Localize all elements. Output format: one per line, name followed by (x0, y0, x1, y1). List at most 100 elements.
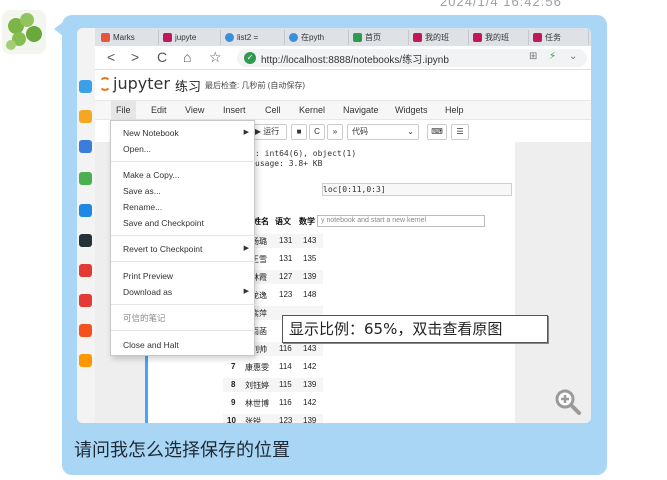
menu-item-label: Print Preview (123, 271, 174, 281)
submenu-arrow-icon: ▶ (243, 245, 249, 252)
menu-item-label: Close and Halt (123, 340, 179, 350)
app-icon[interactable] (79, 110, 92, 123)
cell-shuxue: 148 (303, 290, 317, 299)
notebook-title[interactable]: 练习 (175, 76, 201, 95)
browser-tab[interactable]: 在pyth (287, 30, 349, 45)
jupyter-header: jupyter 练习 最后检查: 几秒前 (自动保存) (95, 70, 591, 100)
chevron-down-icon: ⌄ (407, 127, 414, 136)
tab-label: list2 = (237, 33, 259, 42)
browser-tab[interactable]: 任务 (531, 30, 589, 45)
menu-item-label: Download as (123, 287, 173, 297)
menu-item-open[interactable]: Open... (111, 142, 256, 156)
stop-icon[interactable]: ■ (291, 124, 307, 140)
browser-tab[interactable]: 我的班 (471, 30, 529, 45)
home-icon[interactable]: ⌂ (183, 49, 191, 65)
message-timestamp: 2024/1/4 16:42:56 (440, 0, 562, 9)
app-icon[interactable] (79, 264, 92, 277)
cell-shuxue: 143 (303, 236, 317, 245)
menu-item-close-halt[interactable]: Close and Halt (111, 338, 256, 352)
tab-label: 我的班 (425, 33, 449, 42)
menu-divider (111, 161, 256, 162)
menu-item-label: 可信的笔记 (123, 313, 166, 323)
app-icon[interactable] (79, 140, 92, 153)
browser-tab[interactable]: Marks (99, 30, 159, 45)
extension-icon[interactable]: ⊞ (529, 51, 537, 62)
row-index: 8 (231, 380, 236, 389)
reload-icon[interactable]: C (157, 49, 167, 65)
output-line: usage: 3.8+ KB (255, 159, 323, 168)
menu-navigate[interactable]: Navigate (343, 105, 379, 115)
table-row: 8 刘钰婷 115 139 (223, 378, 323, 392)
column-header: 数学 (299, 217, 315, 226)
menu-help[interactable]: Help (445, 105, 464, 115)
fast-forward-icon[interactable]: » (327, 124, 343, 140)
jupyter-menu-bar: File Edit View Insert Cell Kernel Naviga… (95, 100, 591, 120)
message-text[interactable]: 请问我怎么选择保存的位置 (74, 436, 290, 462)
bookmark-star-icon[interactable]: ☆ (209, 49, 222, 66)
menu-item-make-copy[interactable]: Make a Copy... (111, 168, 256, 182)
tab-label: 我的班 (485, 33, 509, 42)
chevron-down-icon[interactable]: ⌄ (569, 51, 577, 62)
app-icon[interactable] (79, 324, 92, 337)
cell-name: 张锐 (245, 417, 261, 423)
tooltip-text: y notebook and start a new kernel (321, 217, 427, 224)
menu-item-new-notebook[interactable]: New Notebook ▶ (111, 126, 256, 140)
menu-edit[interactable]: Edit (151, 105, 167, 115)
menu-item-label: Save as... (123, 186, 161, 196)
menu-item-rename[interactable]: Rename... (111, 200, 256, 214)
menu-divider (111, 235, 256, 236)
app-icon[interactable] (79, 204, 92, 217)
url-field[interactable]: ✓ http://localhost:8888/notebooks/练习.ipy… (237, 49, 587, 67)
sender-avatar[interactable] (2, 10, 46, 54)
url-text: http://localhost:8888/notebooks/练习.ipynb (261, 55, 449, 66)
menu-item-save-as[interactable]: Save as... (111, 184, 256, 198)
forward-icon[interactable]: > (131, 49, 139, 65)
menu-insert[interactable]: Insert (223, 105, 246, 115)
cell-shuxue: 139 (303, 416, 317, 423)
jupyter-logo[interactable]: jupyter (99, 74, 170, 93)
cell-yuwen: 131 (279, 254, 293, 263)
menu-file[interactable]: File (111, 101, 136, 120)
menu-item-download-as[interactable]: Download as ▶ (111, 285, 256, 299)
menu-item-revert-checkpoint[interactable]: Revert to Checkpoint ▶ (111, 242, 256, 256)
app-icon[interactable] (79, 172, 92, 185)
cell-yuwen: 131 (279, 236, 293, 245)
tab-label: jupyte (175, 33, 197, 42)
menu-cell[interactable]: Cell (265, 105, 281, 115)
column-header: 语文 (275, 217, 291, 226)
logo-text: jupyter (113, 74, 170, 93)
browser-tab[interactable]: list2 = (223, 30, 285, 45)
code-cell[interactable]: loc[0:11,0:3] (322, 183, 512, 196)
menu-item-print-preview[interactable]: Print Preview (111, 269, 256, 283)
cell-shuxue: 142 (303, 398, 317, 407)
tab-label: 首页 (365, 33, 381, 42)
browser-tab[interactable]: 首页 (351, 30, 409, 45)
menu-kernel[interactable]: Kernel (299, 105, 325, 115)
back-icon[interactable]: < (107, 49, 115, 65)
cell-yuwen: 116 (279, 398, 292, 407)
cell-yuwen: 115 (279, 380, 292, 389)
menu-item-save-checkpoint[interactable]: Save and Checkpoint (111, 216, 256, 230)
zoom-in-icon[interactable] (555, 389, 581, 415)
menu-item-label: Make a Copy... (123, 170, 180, 180)
app-icon[interactable] (79, 294, 92, 307)
app-icon[interactable] (79, 234, 92, 247)
browser-tab[interactable]: jupyte (161, 30, 221, 45)
keyboard-icon[interactable]: ⌨ (427, 124, 447, 140)
cell-yuwen: 114 (279, 362, 292, 371)
cell-type-select[interactable]: 代码 ⌄ (347, 124, 419, 140)
app-icon[interactable] (79, 354, 92, 367)
tab-label: 任务 (545, 33, 561, 42)
app-icon[interactable] (79, 80, 92, 93)
table-row: 7 康惠雯 114 142 (223, 360, 323, 374)
os-taskbar (77, 28, 95, 423)
lightning-icon[interactable]: ⚡ (549, 51, 556, 62)
menu-widgets[interactable]: Widgets (395, 105, 428, 115)
browser-tab[interactable]: 我的班 (411, 30, 469, 45)
cell-yuwen: 127 (279, 272, 293, 281)
attached-screenshot[interactable]: Marks jupyte list2 = 在pyth 首页 我的班 我的班 任务… (77, 28, 591, 423)
chat-window: 2024/1/4 16:42:56 Marks jupyte list2 = 在… (0, 0, 667, 480)
restart-icon[interactable]: C (309, 124, 325, 140)
list-icon[interactable]: ☰ (451, 124, 469, 140)
menu-view[interactable]: View (185, 105, 204, 115)
